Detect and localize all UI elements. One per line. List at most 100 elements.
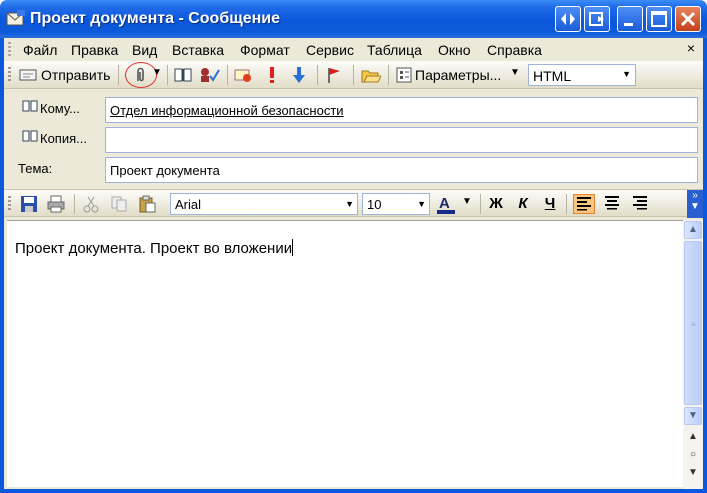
- menu-grip[interactable]: [8, 42, 11, 57]
- subject-field[interactable]: Проект документа: [105, 157, 698, 183]
- options-dropdown-arrow[interactable]: ▼: [510, 67, 520, 78]
- menu-help[interactable]: Справка: [487, 42, 542, 58]
- previous-page-button[interactable]: ▲: [683, 431, 703, 447]
- message-format-value: HTML: [533, 68, 572, 84]
- message-format-select[interactable]: HTML ▼: [528, 64, 636, 86]
- subject-value: Проект документа: [110, 163, 220, 178]
- font-family-select[interactable]: Arial ▼: [170, 193, 358, 215]
- close-button[interactable]: [675, 6, 701, 32]
- chevron-down-icon: ▼: [622, 69, 631, 79]
- cc-label: Копия...: [40, 131, 87, 146]
- cc-button[interactable]: Копия...: [18, 127, 87, 151]
- menu-bar: Файл Правка Вид Вставка Формат Сервис Та…: [4, 38, 703, 60]
- next-page-button[interactable]: ▼: [683, 467, 703, 483]
- print-icon[interactable]: [47, 195, 65, 213]
- font-color-icon[interactable]: A: [436, 195, 455, 214]
- restore-button[interactable]: [584, 6, 610, 32]
- font-size-select[interactable]: 10 ▼: [362, 193, 430, 215]
- toolbar-separator: [480, 194, 481, 214]
- paperclip-icon[interactable]: [131, 66, 149, 84]
- envelope-icon[interactable]: [6, 9, 26, 29]
- minimize-button[interactable]: [617, 6, 643, 32]
- address-book-icon: [22, 127, 40, 151]
- menu-view[interactable]: Вид: [132, 42, 157, 58]
- menu-close-button[interactable]: ×: [687, 40, 695, 56]
- check-names-icon[interactable]: [199, 66, 220, 84]
- low-importance-icon[interactable]: [290, 66, 308, 84]
- align-center-button[interactable]: [601, 194, 623, 214]
- menu-window[interactable]: Окно: [438, 42, 471, 58]
- options-icon[interactable]: [395, 66, 413, 84]
- font-size-value: 10: [367, 197, 382, 212]
- align-right-button[interactable]: [629, 194, 651, 214]
- system-menu-button[interactable]: [555, 6, 581, 32]
- message-text: Проект документа. Проект во вложении: [15, 240, 293, 257]
- scroll-grip-icon: ≡: [691, 320, 696, 329]
- text-caret: [292, 239, 294, 256]
- flag-icon[interactable]: [325, 66, 343, 84]
- attach-dropdown-arrow[interactable]: ▼: [152, 67, 162, 78]
- maximize-button[interactable]: [646, 6, 672, 32]
- chevron-down-icon: ▼: [345, 199, 354, 209]
- maximize-icon: [651, 11, 667, 27]
- menu-file[interactable]: Файл: [23, 42, 57, 58]
- window-frame: Файл Правка Вид Вставка Формат Сервис Та…: [0, 38, 707, 493]
- vertical-scrollbar[interactable]: ▲ ≡ ▼ ▲ ○ ▼: [683, 220, 703, 489]
- window-title: Проект документа - Сообщение: [30, 10, 280, 27]
- align-center-icon: [605, 196, 619, 210]
- message-body-text[interactable]: Проект документа. Проект во вложении: [15, 239, 294, 257]
- cc-field[interactable]: [105, 127, 698, 153]
- high-importance-icon[interactable]: [263, 66, 281, 84]
- toolbar-separator: [317, 65, 318, 85]
- standard-toolbar: Отправить ▼ Параметры... ▼ HTML ▼: [4, 61, 703, 89]
- open-folder-icon[interactable]: [361, 66, 382, 84]
- close-icon: [680, 11, 696, 27]
- scroll-down-button[interactable]: ▼: [684, 407, 702, 425]
- address-book-icon[interactable]: [174, 66, 192, 84]
- system-menu-icon: [561, 13, 575, 25]
- toolbar-grip[interactable]: [8, 67, 11, 83]
- options-button[interactable]: Параметры...: [415, 67, 501, 83]
- toolbar-separator: [227, 65, 228, 85]
- formatting-toolbar: Arial ▼ 10 ▼ A ▼ Ж К Ч » ▼: [4, 189, 703, 218]
- align-left-icon: [577, 197, 591, 211]
- to-recipient[interactable]: Отдел информационной безопасности: [110, 103, 344, 118]
- send-button[interactable]: Отправить: [41, 67, 110, 83]
- toolbar-separator: [566, 194, 567, 214]
- menu-table[interactable]: Таблица: [367, 42, 422, 58]
- address-book-icon: [22, 97, 40, 121]
- svg-text:A: A: [439, 195, 450, 212]
- bold-button[interactable]: Ж: [485, 194, 507, 214]
- menu-tools[interactable]: Сервис: [306, 42, 354, 58]
- menu-edit[interactable]: Правка: [71, 42, 118, 58]
- underline-button[interactable]: Ч: [539, 194, 561, 214]
- toolbar-separator: [118, 65, 119, 85]
- toolbar-grip[interactable]: [8, 196, 11, 212]
- toolbar-separator: [353, 65, 354, 85]
- to-button[interactable]: Кому...: [18, 97, 80, 121]
- toolbar-separator: [167, 65, 168, 85]
- scroll-thumb[interactable]: ≡: [684, 241, 702, 405]
- cut-icon[interactable]: [82, 195, 100, 213]
- select-browse-object-button[interactable]: ○: [683, 449, 703, 465]
- toolbar-overflow-button[interactable]: » ▼: [687, 190, 703, 218]
- toolbar-separator: [74, 194, 75, 214]
- to-field[interactable]: Отдел информационной безопасности: [105, 97, 698, 123]
- paste-icon[interactable]: [138, 195, 156, 213]
- chevron-down-icon: ▼: [417, 199, 426, 209]
- font-family-value: Arial: [175, 197, 202, 212]
- signature-icon[interactable]: [234, 66, 252, 84]
- italic-button[interactable]: К: [512, 194, 534, 214]
- font-color-dropdown-arrow[interactable]: ▼: [462, 196, 472, 207]
- toolbar-separator: [388, 65, 389, 85]
- copy-icon[interactable]: [110, 195, 128, 213]
- menu-format[interactable]: Формат: [240, 42, 290, 58]
- align-right-icon: [633, 196, 647, 210]
- save-icon[interactable]: [20, 195, 38, 213]
- scroll-up-button[interactable]: ▲: [684, 221, 702, 239]
- message-body[interactable]: Проект документа. Проект во вложении: [7, 220, 683, 487]
- send-icon[interactable]: [19, 66, 37, 84]
- align-left-button[interactable]: [573, 194, 595, 214]
- menu-insert[interactable]: Вставка: [172, 42, 224, 58]
- minimize-icon: [624, 23, 633, 26]
